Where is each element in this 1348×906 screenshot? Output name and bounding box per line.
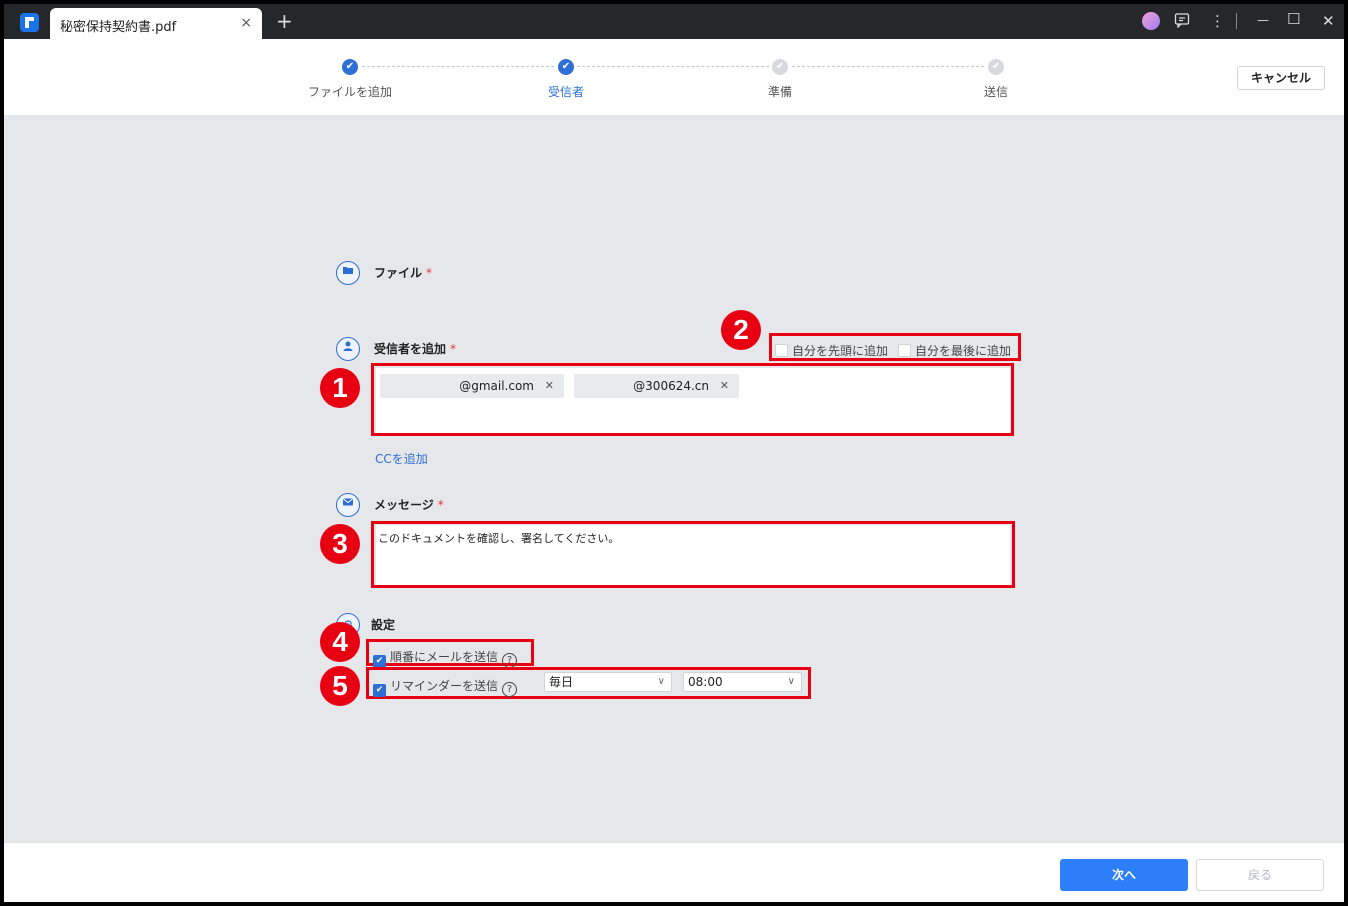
annotation-badge-5: 5 — [320, 666, 360, 706]
check-icon: ✔ — [558, 59, 574, 75]
reminder-time-select[interactable]: 08:00 ∨ — [683, 672, 802, 692]
folder-icon — [336, 261, 360, 285]
annotation-badge-3: 3 — [320, 524, 360, 564]
app-logo-icon — [20, 13, 39, 32]
avatar[interactable] — [1142, 12, 1160, 30]
recipients-section-title: 受信者を追加 * — [374, 340, 456, 357]
check-icon: ✔ — [988, 59, 1004, 75]
settings-section-title: 設定 — [371, 618, 396, 632]
add-self-first-option[interactable]: 自分を先頭に追加 — [775, 340, 888, 359]
maximize-icon[interactable]: ☐ — [1287, 10, 1300, 28]
add-self-first-checkbox[interactable] — [775, 344, 788, 357]
step-label: 送信 — [983, 85, 1008, 99]
step-prepare: ✔ 準備 — [720, 55, 840, 100]
help-icon[interactable]: ? — [502, 653, 518, 668]
required-mark: * — [426, 266, 433, 280]
step-recipients: ✔ 受信者 — [506, 55, 626, 100]
frequency-value: 毎日 — [549, 675, 574, 689]
new-tab-button[interactable]: + — [276, 9, 293, 33]
annotation-badge-4: 4 — [320, 622, 360, 662]
step-label: 受信者 — [547, 85, 584, 99]
document-tab[interactable]: 秘密保持契約書.pdf × — [50, 8, 262, 39]
message-title-text: メッセージ — [374, 498, 434, 512]
reminder-label: リマインダーを送信 — [390, 679, 499, 693]
title-bar: 秘密保持契約書.pdf × + ⋮ — ☐ ✕ — [4, 4, 1344, 39]
footer: 次へ 戻る — [4, 842, 1344, 902]
add-self-last-label: 自分を最後に追加 — [915, 344, 1012, 358]
annotation-badge-1: 1 — [320, 368, 360, 408]
cancel-button[interactable]: キャンセル — [1237, 66, 1325, 90]
add-self-last-checkbox[interactable] — [898, 344, 911, 357]
minimize-icon[interactable]: — — [1257, 13, 1269, 27]
highlight-box-3 — [371, 521, 1015, 588]
next-button[interactable]: 次へ — [1060, 859, 1188, 891]
chevron-down-icon: ∨ — [657, 676, 665, 687]
comment-icon[interactable] — [1174, 12, 1190, 32]
required-mark: * — [437, 498, 444, 512]
message-section-title: メッセージ * — [374, 496, 444, 513]
tab-close-icon[interactable]: × — [240, 15, 252, 31]
help-icon[interactable]: ? — [502, 682, 518, 697]
reminder-frequency-select[interactable]: 毎日 ∨ — [544, 672, 672, 692]
highlight-box-1 — [371, 363, 1014, 436]
check-icon: ✔ — [342, 59, 358, 75]
sequential-label: 順番にメールを送信 — [390, 650, 499, 664]
tab-title: 秘密保持契約書.pdf — [60, 20, 177, 35]
back-button[interactable]: 戻る — [1196, 859, 1324, 891]
mail-icon — [336, 493, 360, 517]
annotation-badge-2: 2 — [721, 310, 761, 350]
step-label: ファイルを追加 — [307, 85, 392, 99]
chevron-down-icon: ∨ — [787, 676, 795, 687]
required-mark: * — [450, 342, 457, 356]
check-icon: ✔ — [772, 59, 788, 75]
file-section-title: ファイル * — [374, 264, 432, 281]
step-add-file: ✔ ファイルを追加 — [290, 55, 410, 100]
add-self-last-option[interactable]: 自分を最後に追加 — [898, 340, 1011, 359]
reminder-checkbox[interactable]: ✔ — [373, 684, 386, 697]
person-icon — [336, 337, 360, 361]
time-value: 08:00 — [688, 675, 723, 689]
app-window: 秘密保持契約書.pdf × + ⋮ — ☐ ✕ ✔ ファイルを追加 ✔ 受信者 … — [4, 4, 1344, 902]
sequential-option[interactable]: ✔ 順番にメールを送信? — [373, 646, 518, 668]
stepper: ✔ ファイルを追加 ✔ 受信者 ✔ 準備 ✔ 送信 キャンセル — [4, 39, 1344, 115]
close-window-icon[interactable]: ✕ — [1322, 12, 1335, 30]
recipients-title-text: 受信者を追加 — [374, 342, 447, 356]
step-send: ✔ 送信 — [936, 55, 1056, 100]
file-title-text: ファイル — [374, 266, 423, 280]
add-self-first-label: 自分を先頭に追加 — [792, 344, 889, 358]
divider — [1236, 13, 1237, 29]
reminder-option[interactable]: ✔ リマインダーを送信? — [373, 675, 518, 697]
add-cc-link[interactable]: CCを追加 — [375, 450, 428, 467]
more-icon[interactable]: ⋮ — [1210, 12, 1225, 30]
step-label: 準備 — [767, 85, 792, 99]
